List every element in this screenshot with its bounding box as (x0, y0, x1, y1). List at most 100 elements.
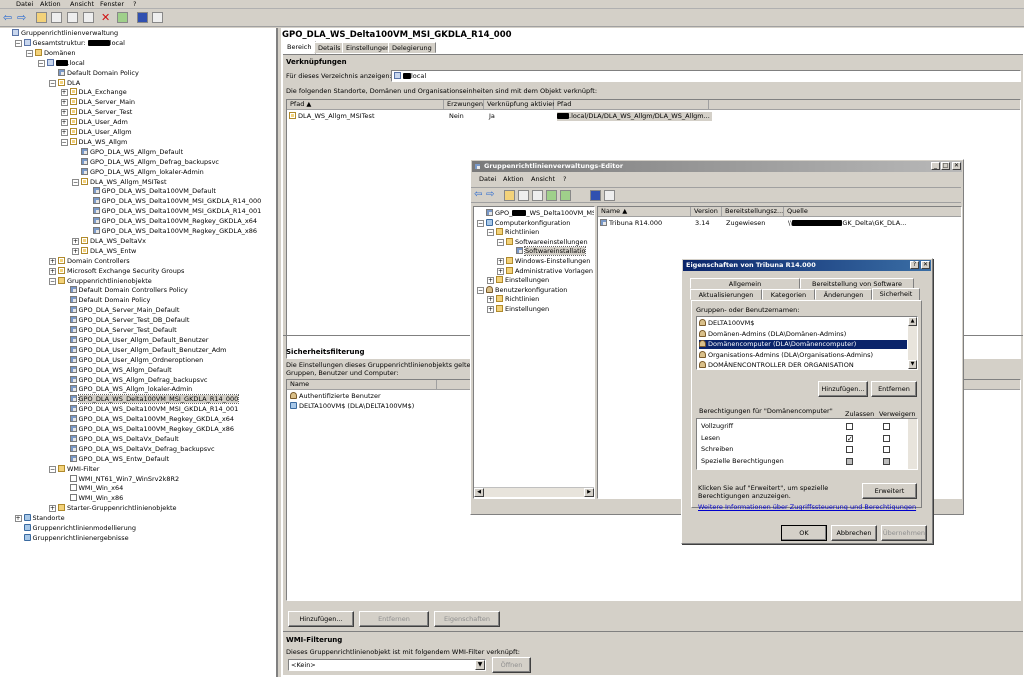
view-icon[interactable] (152, 12, 163, 23)
collapse-icon[interactable]: − (487, 229, 494, 237)
menu-aktion[interactable]: Aktion (40, 0, 61, 8)
collapse-icon[interactable]: − (497, 238, 504, 246)
expand-icon[interactable]: + (49, 257, 56, 265)
permissions-list[interactable]: Vollzugriff Lesen ✓ Schreiben Spezielle Bere… (696, 418, 918, 470)
tab-aenderungen[interactable]: Änderungen (815, 289, 872, 300)
tree-item[interactable]: + Einstellungen (487, 305, 549, 314)
help-icon[interactable] (137, 12, 148, 23)
editor-tree-pane[interactable]: GPO__WS_Delta100VM_MSI_G−Computerkonfigu… (473, 206, 595, 499)
tree-item[interactable]: GPO_DLA_Server_Main_Default (61, 306, 179, 315)
maximize-icon[interactable]: □ (941, 162, 950, 170)
expand-icon[interactable]: + (487, 296, 494, 304)
chevron-down-icon[interactable]: ▼ (475, 660, 485, 670)
tree-item[interactable]: Gruppenrichtlinienmodellierung (15, 524, 136, 533)
principal-item[interactable]: Domänen-Admins (DLA\Domänen-Admins) (699, 329, 907, 339)
scroll-right-icon[interactable]: ▶ (584, 488, 594, 497)
collapse-icon[interactable]: − (49, 277, 56, 285)
tree-item[interactable]: GPO_DLA_Server_Test_Default (61, 326, 177, 335)
paste-icon[interactable] (83, 12, 94, 23)
deny-checkbox[interactable] (883, 423, 890, 430)
col-name[interactable]: Name ▲ (598, 207, 691, 217)
back-icon[interactable]: ⇦ (474, 189, 482, 200)
tree-item[interactable]: − DLA_WS_Allgm (60, 137, 127, 147)
expand-icon[interactable]: + (49, 267, 56, 275)
sec-row[interactable]: Authentifizierte Benutzer (290, 392, 381, 401)
tab-bereich[interactable]: Bereich (283, 41, 316, 54)
scroll-down-icon[interactable]: ▼ (908, 360, 917, 369)
col-deploy[interactable]: Bereitstellungsz... (722, 207, 784, 217)
add-button[interactable]: Hinzufügen... (288, 611, 354, 627)
back-icon[interactable]: ⇦ (3, 12, 12, 23)
collapse-icon[interactable]: − (72, 178, 79, 186)
editor-menu-datei[interactable]: Datei (479, 175, 496, 183)
refresh-icon[interactable] (117, 12, 128, 23)
dir-select[interactable]: local (391, 70, 1021, 82)
tab-delegierung[interactable]: Delegierung (388, 42, 436, 53)
tree-item[interactable]: − Computerkonfiguration (477, 218, 570, 228)
tree-item[interactable]: Default Domain Policy (49, 68, 139, 78)
tree-item[interactable]: − Gesamtstruktur: local (14, 38, 125, 48)
tree-item[interactable]: Gruppenrichtlinienergebnisse (15, 533, 129, 543)
tree-item[interactable]: + DLA_User_Adm (60, 118, 128, 127)
allow-checkbox[interactable] (846, 457, 853, 465)
gpmc-tree-pane[interactable]: Gruppenrichtlinienverwaltung − Gesamtstruk… (0, 28, 278, 677)
show-tree-icon[interactable] (51, 12, 62, 23)
tree-item[interactable]: GPO_DLA_WS_DeltaVx_Defrag_backupsvc (61, 444, 215, 454)
tree-item[interactable]: GPO_DLA_User_Allgm_Ordneroptionen (61, 355, 203, 365)
tree-item[interactable]: + Domain Controllers (49, 256, 130, 266)
sec-row[interactable]: DELTA100VM$ (DLA\DELTA100VM$) (290, 402, 414, 411)
expand-icon[interactable]: + (60, 99, 68, 107)
allow-checkbox[interactable] (846, 423, 853, 430)
forward-icon[interactable]: ⇨ (486, 189, 494, 200)
editor-menu-ansicht[interactable]: Ansicht (531, 175, 555, 183)
deny-checkbox[interactable] (883, 446, 890, 453)
up-folder-icon[interactable] (504, 190, 515, 201)
tree-item[interactable]: GPO_DLA_WS_Delta100VM_MSI_GKDLA_R14_001 (61, 405, 238, 414)
tree-item[interactable]: + DLA_WS_DeltaVx (72, 236, 146, 246)
col-pfad-full[interactable]: Pfad (554, 100, 709, 110)
collapse-icon[interactable]: − (477, 286, 484, 294)
tree-item[interactable]: + Windows-Einstellungen (497, 257, 590, 266)
show-tree-icon[interactable] (518, 190, 529, 201)
tree-item[interactable]: + Standorte (14, 514, 65, 523)
col-name[interactable]: Name (287, 380, 437, 390)
package-row[interactable]: Tribuna R14.000 3.14 Zugewiesen \\ GK_Del… (600, 219, 960, 228)
expand-icon[interactable]: + (487, 306, 494, 313)
tree-item[interactable]: GPO_DLA_WS_DeltaVx_Default (61, 434, 179, 444)
tree-item[interactable]: + DLA_Server_Test (60, 108, 132, 117)
allow-checkbox[interactable]: ✓ (846, 434, 853, 442)
tree-item[interactable]: WMI_Win_x64 (61, 484, 123, 493)
col-source[interactable]: Quelle (784, 207, 961, 217)
expand-icon[interactable]: + (72, 247, 79, 255)
menu-ansicht[interactable]: Ansicht (70, 0, 94, 8)
tree-item[interactable]: GPO_DLA_WS_Delta100VM_Regkey_GKDLA_x64 (61, 415, 234, 424)
tree-item[interactable]: GPO_DLA_WS_Allgm_lokaler-Admin (61, 385, 192, 394)
tree-item[interactable]: + DLA_WS_Entw (72, 246, 136, 256)
wmi-select[interactable]: <Kein> ▼ (288, 659, 486, 671)
access-control-link[interactable]: Weitere Informationen über Zugriffssteue… (698, 503, 916, 511)
copy-icon[interactable] (532, 190, 543, 201)
help-icon[interactable] (590, 190, 601, 201)
tree-item[interactable]: − Gruppenrichtlinienobjekte (49, 276, 152, 286)
tab-allgemein[interactable]: Allgemein (690, 278, 800, 289)
principal-item[interactable]: DELTA100VM$ (699, 319, 907, 328)
tree-item[interactable]: − Richtlinien (487, 228, 539, 237)
allow-checkbox[interactable] (846, 446, 853, 453)
close-icon[interactable]: ✕ (952, 162, 961, 170)
tree-item[interactable]: GPO_DLA_WS_Allgm_Default (72, 147, 183, 157)
menu-help[interactable]: ? (133, 0, 136, 8)
refresh-icon[interactable] (546, 190, 557, 201)
tree-item[interactable]: Softwareinstallatio (507, 246, 587, 257)
tree-item[interactable]: Default Domain Controllers Policy (61, 286, 188, 295)
expand-icon[interactable]: + (60, 129, 68, 136)
expand-icon[interactable]: + (60, 89, 68, 97)
expand-icon[interactable]: + (487, 277, 494, 285)
tree-item[interactable]: GPO_DLA_WS_Delta100VM_Default (84, 187, 216, 196)
minimize-icon[interactable]: _ (931, 162, 940, 170)
editor-tree-hscroll[interactable]: ◀ ▶ (474, 487, 594, 497)
remove-button[interactable]: Entfernen (359, 611, 429, 627)
tree-item[interactable]: WMI_NT61_Win7_WinSrv2k8R2 (61, 474, 179, 484)
tree-item[interactable]: − Domänen (26, 48, 76, 58)
expand-icon[interactable]: + (497, 267, 504, 275)
collapse-icon[interactable]: − (477, 219, 484, 227)
